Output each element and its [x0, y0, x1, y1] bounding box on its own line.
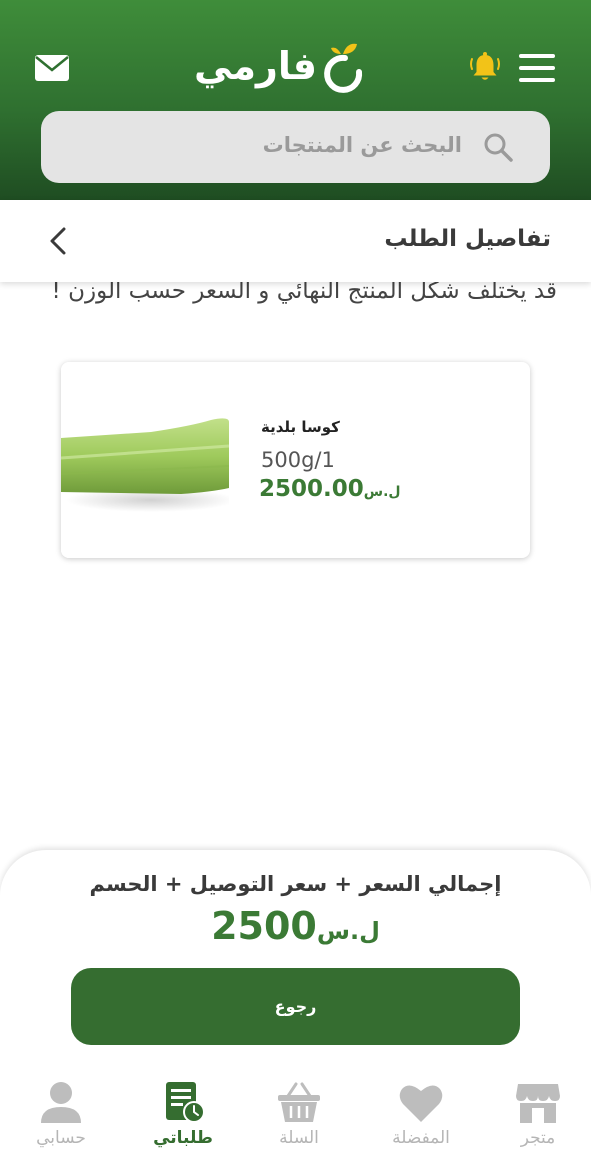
store-icon: [516, 1084, 560, 1123]
farmy-logo: فارمي: [192, 40, 367, 96]
product-currency: ل.س: [363, 484, 401, 500]
product-card[interactable]: كوسا بلدية 500g/1 ل.س2500.00: [61, 362, 530, 558]
nav-label-store: متجر: [520, 1128, 556, 1148]
logo-text: فارمي: [194, 44, 317, 88]
summary-total-amount: 2500: [211, 904, 317, 948]
title-bar: تفاصيل الطلب: [0, 200, 591, 282]
nav-label-cart: السلة: [279, 1128, 319, 1148]
heart-icon: [399, 1085, 443, 1122]
bottom-nav: متجر المفضلة السلة طلباتي حسابي: [0, 1074, 591, 1173]
summary-currency: ل.س: [316, 917, 380, 945]
product-price-amount: 2500.00: [259, 476, 364, 502]
nav-item-favorites[interactable]: المفضلة: [371, 1080, 471, 1160]
app-header: فارمي البحث عن المنتجات: [0, 0, 591, 200]
nav-item-store[interactable]: متجر: [488, 1080, 588, 1160]
nav-label-orders: طلباتي: [153, 1128, 213, 1148]
zucchini-image: [61, 362, 229, 558]
chevron-left-icon[interactable]: [44, 226, 72, 256]
order-summary-panel: إجمالي السعر + سعر التوصيل + الحسم ل.س25…: [0, 850, 591, 1080]
notification-bell-icon[interactable]: [469, 50, 501, 84]
orders-icon: [166, 1082, 205, 1123]
back-button[interactable]: رجوع: [71, 968, 520, 1045]
search-placeholder: البحث عن المنتجات: [262, 133, 462, 157]
search-icon: [484, 133, 513, 162]
user-icon: [41, 1082, 81, 1123]
search-input[interactable]: البحث عن المنتجات: [41, 111, 550, 183]
menu-icon[interactable]: [519, 54, 555, 82]
page-title: تفاصيل الطلب: [384, 226, 551, 252]
product-price: ل.س2500.00: [259, 476, 401, 502]
product-quantity: 500g/1: [261, 448, 335, 472]
nav-label-favorites: المفضلة: [392, 1128, 450, 1148]
nav-item-cart[interactable]: السلة: [249, 1080, 349, 1160]
nav-label-account: حسابي: [36, 1128, 86, 1148]
basket-icon: [278, 1082, 320, 1122]
summary-total: ل.س2500: [0, 904, 591, 948]
summary-label: إجمالي السعر + سعر التوصيل + الحسم: [89, 872, 502, 896]
product-name: كوسا بلدية: [261, 418, 340, 436]
nav-item-account[interactable]: حسابي: [11, 1080, 111, 1160]
logo-mark-icon: [324, 43, 363, 93]
nav-item-orders[interactable]: طلباتي: [133, 1080, 233, 1160]
mail-icon[interactable]: [34, 54, 70, 82]
